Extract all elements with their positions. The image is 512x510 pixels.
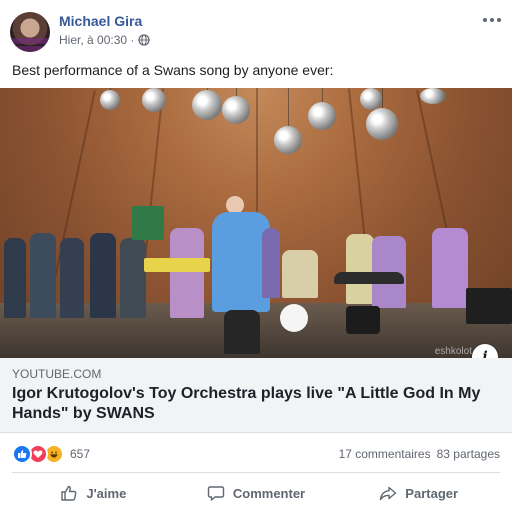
like-label: J'aime [86, 485, 127, 501]
performer [120, 238, 146, 318]
shares-count[interactable]: 83 partages [437, 447, 500, 461]
like-button[interactable]: J'aime [12, 476, 175, 510]
comment-label: Commenter [232, 485, 306, 501]
post-text: Best performance of a Swans song by anyo… [12, 62, 334, 78]
performer [170, 228, 204, 318]
author-name[interactable]: Michael Gira [59, 13, 142, 29]
link-domain: YOUTUBE.COM [12, 367, 102, 381]
green-flag [132, 206, 164, 240]
toy-keyboard [144, 258, 210, 272]
bass-drum [280, 304, 308, 332]
link-preview[interactable]: YOUTUBE.COM Igor Krutogolov's Toy Orches… [0, 358, 512, 433]
disco-ball [222, 88, 250, 124]
performer [346, 234, 374, 304]
amplifier [466, 288, 512, 324]
link-title[interactable]: Igor Krutogolov's Toy Orchestra plays li… [12, 384, 492, 424]
disco-ball [192, 88, 222, 120]
performer [4, 238, 26, 318]
performer [90, 233, 116, 318]
disco-ball [420, 88, 446, 104]
drummer [282, 250, 318, 298]
video-watermark: eshkolot [434, 346, 472, 357]
engagement-stats: 17 commentaires 83 partages [339, 447, 500, 461]
reaction-count: 657 [70, 447, 91, 461]
performer [30, 233, 56, 318]
globe-icon[interactable] [138, 34, 151, 46]
video-thumbnail[interactable]: eshkolot i [0, 88, 512, 358]
share-button[interactable]: Partager [337, 476, 500, 510]
post-timestamp[interactable]: Hier, à 00:30 · [59, 33, 134, 47]
post-header: Michael Gira Hier, à 00:30 · [0, 0, 512, 56]
more-options-icon[interactable] [482, 10, 502, 30]
performer [262, 228, 280, 298]
share-label: Partager [405, 485, 459, 501]
disco-ball [308, 88, 336, 130]
avatar[interactable] [10, 12, 50, 52]
share-icon [380, 486, 397, 501]
performer [432, 228, 468, 308]
like-icon [12, 444, 32, 464]
keyboard-stand [334, 272, 404, 284]
thumbs-up-icon [61, 485, 77, 501]
comment-icon [207, 486, 225, 501]
disco-ball [360, 88, 382, 110]
performer [60, 238, 84, 318]
disco-ball [366, 88, 398, 140]
disco-ball [100, 88, 120, 110]
disco-ball [274, 88, 302, 154]
comment-button[interactable]: Commenter [175, 476, 338, 510]
action-bar: J'aime Commenter Partager [12, 476, 500, 510]
post-meta: Hier, à 00:30 · [59, 33, 151, 47]
conductor-legs [224, 310, 260, 354]
disco-ball [142, 88, 166, 112]
comments-count[interactable]: 17 commentaires [339, 447, 431, 461]
actions-divider [12, 472, 500, 473]
speaker-monitor [346, 306, 380, 334]
reaction-summary[interactable]: 657 [12, 444, 90, 464]
